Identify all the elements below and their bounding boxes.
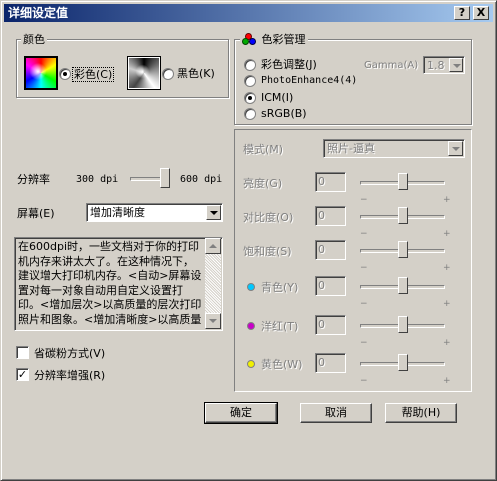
color-option-label[interactable]: 彩色(C) [72,67,115,82]
photoenhance-label[interactable]: PhotoEnhance4(4) [261,74,357,87]
color-management-header: 色彩管理 [240,33,308,46]
saturation-minus-mark: − [360,263,368,273]
cyan-slider-thumb[interactable] [398,277,408,294]
yellow-value: 0 [318,356,325,369]
screen-label: 屏幕(E) [17,207,55,220]
saturation-label: 饱和度(S) [243,245,292,258]
icm-radio[interactable] [244,92,256,104]
black-option-label[interactable]: 黑色(K) [177,67,215,80]
description-box: 在600dpi时，一些文档对于你的打印机内存来讲太大了。在这种情况下，建议增大打… [14,237,223,331]
mode-value: 照片-逼真 [327,142,375,155]
cyan-plus-mark: + [443,299,451,309]
toner-save-checkbox[interactable] [16,346,29,359]
contrast-value-field[interactable]: 0 [315,206,346,226]
magenta-color-dot-icon [247,322,255,330]
brightness-minus-mark: − [360,195,368,205]
title-bar[interactable]: 详细设定值 ? X [4,4,493,22]
yellow-minus-mark: − [360,376,368,386]
color-swatch-icon [24,56,58,90]
contrast-plus-mark: + [443,229,451,239]
contrast-minus-mark: − [360,229,368,239]
magenta-label: 洋红(T) [261,320,299,333]
brightness-value: 0 [318,175,325,188]
toner-save-label[interactable]: 省碳粉方式(V) [34,347,105,360]
description-scrollbar[interactable] [205,238,221,329]
photoenhance-radio[interactable] [244,75,256,87]
color-adjust-label[interactable]: 彩色调整(J) [261,58,317,71]
srgb-radio[interactable] [244,108,256,120]
grayscale-swatch-icon [127,56,161,90]
help-button[interactable]: 帮助(H) [385,403,457,423]
contrast-value: 0 [318,209,325,222]
brightness-slider-thumb[interactable] [398,173,408,190]
contrast-slider-thumb[interactable] [398,207,408,224]
color-circles-icon [242,33,258,46]
saturation-value-field[interactable]: 0 [315,240,346,260]
icm-label[interactable]: ICM(I) [261,91,293,104]
magenta-plus-mark: + [443,338,451,348]
brightness-label: 亮度(G) [243,177,283,190]
adjust-panel [234,129,472,392]
yellow-slider-thumb[interactable] [398,354,408,371]
screen-select[interactable]: 增加清晰度 [86,203,223,222]
screen-dropdown-icon[interactable] [206,205,221,220]
saturation-value: 0 [318,243,325,256]
brightness-value-field[interactable]: 0 [315,172,346,192]
resolution-label: 分辨率 [17,173,50,186]
color-radio[interactable] [59,68,71,80]
resolution-max-label: 600 dpi [180,174,223,185]
scroll-up-icon[interactable] [205,238,221,254]
yellow-label: 黄色(W) [261,358,303,371]
magenta-minus-mark: − [360,338,368,348]
resolution-enhance-label[interactable]: 分辨率增强(R) [34,369,105,382]
saturation-slider-thumb[interactable] [398,241,408,258]
cyan-color-dot-icon [247,283,255,291]
ok-button[interactable]: 确定 [204,402,278,424]
cancel-button[interactable]: 取消 [300,403,372,423]
close-title-button[interactable]: X [473,6,489,20]
saturation-plus-mark: + [443,263,451,273]
resolution-slider-thumb[interactable] [160,168,170,188]
magenta-value: 0 [318,318,325,331]
gamma-select[interactable]: 1.8 [423,56,465,74]
yellow-plus-mark: + [443,376,451,386]
mode-dropdown-icon[interactable] [448,141,463,156]
settings-dialog: 详细设定值 ? X 颜色 彩色(C) 黑色(K) 分辨率 300 dpi 600… [0,0,497,481]
cyan-value: 0 [318,279,325,292]
gamma-label: Gamma(A) [364,60,419,71]
magenta-slider-thumb[interactable] [398,316,408,333]
cyan-minus-mark: − [360,299,368,309]
scroll-down-icon[interactable] [205,313,221,329]
gamma-dropdown-icon[interactable] [449,58,463,72]
magenta-value-field[interactable]: 0 [315,315,346,335]
cyan-label: 青色(Y) [261,281,299,294]
help-title-button[interactable]: ? [454,6,470,20]
color-management-label: 色彩管理 [261,33,306,46]
mode-select[interactable]: 照片-逼真 [323,139,465,158]
color-adjust-radio[interactable] [244,59,256,71]
contrast-label: 对比度(O) [243,211,294,224]
color-group-label: 颜色 [21,33,47,46]
mode-label: 模式(M) [243,143,284,156]
srgb-label[interactable]: sRGB(B) [261,107,307,120]
screen-select-value: 增加清晰度 [90,206,145,219]
cyan-value-field[interactable]: 0 [315,276,346,296]
gamma-value: 1.8 [427,59,445,72]
resolution-enhance-checkbox[interactable]: ✓ [16,368,29,381]
description-text: 在600dpi时，一些文档对于你的打印机内存来讲太大了。在这种情况下，建议增大打… [18,240,202,328]
yellow-value-field[interactable]: 0 [315,353,346,373]
resolution-min-label: 300 dpi [76,174,119,185]
black-radio[interactable] [162,68,174,80]
window-title: 详细设定值 [8,6,69,20]
yellow-color-dot-icon [247,360,255,368]
brightness-plus-mark: + [443,195,451,205]
